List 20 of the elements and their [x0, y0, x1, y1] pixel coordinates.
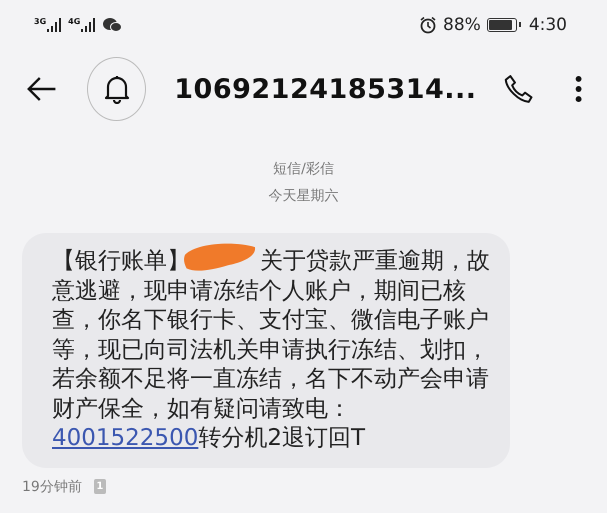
chat-icon	[102, 17, 122, 33]
signal-icon	[46, 17, 62, 33]
battery-percent: 88%	[443, 15, 481, 35]
network-type: 4G	[68, 17, 80, 26]
date-label: 今天星期六	[268, 187, 338, 205]
message-text: 【银行账单】 关于贷款严重逾期，故意逃避，现申请冻结个人账户，期间已核查，你名下银行卡、支付宝、微信电子账户等，现已向司法机关申请执行冻结、划扣，若余额不足将一直冻结，名下不动产会申请财产保全，如有疑问请致电： 4001522500转分机2退订回T	[52, 247, 492, 454]
phone-icon[interactable]	[502, 72, 534, 106]
phone-number-link[interactable]: 4001522500	[52, 425, 198, 451]
sim-card-icon: 1	[94, 479, 106, 494]
network-type: 3G	[34, 17, 46, 26]
signal-icon	[80, 17, 96, 33]
more-menu-icon[interactable]	[574, 74, 583, 104]
bell-button[interactable]	[87, 57, 146, 121]
message-time: 19分钟前	[22, 478, 82, 496]
clock: 4:30	[528, 15, 567, 35]
contact-title: 10692124185314...	[174, 74, 477, 104]
bell-icon	[104, 74, 130, 104]
back-arrow-icon[interactable]	[26, 75, 58, 103]
alarm-icon	[419, 16, 438, 34]
channel-label: 短信/彩信	[273, 160, 334, 178]
